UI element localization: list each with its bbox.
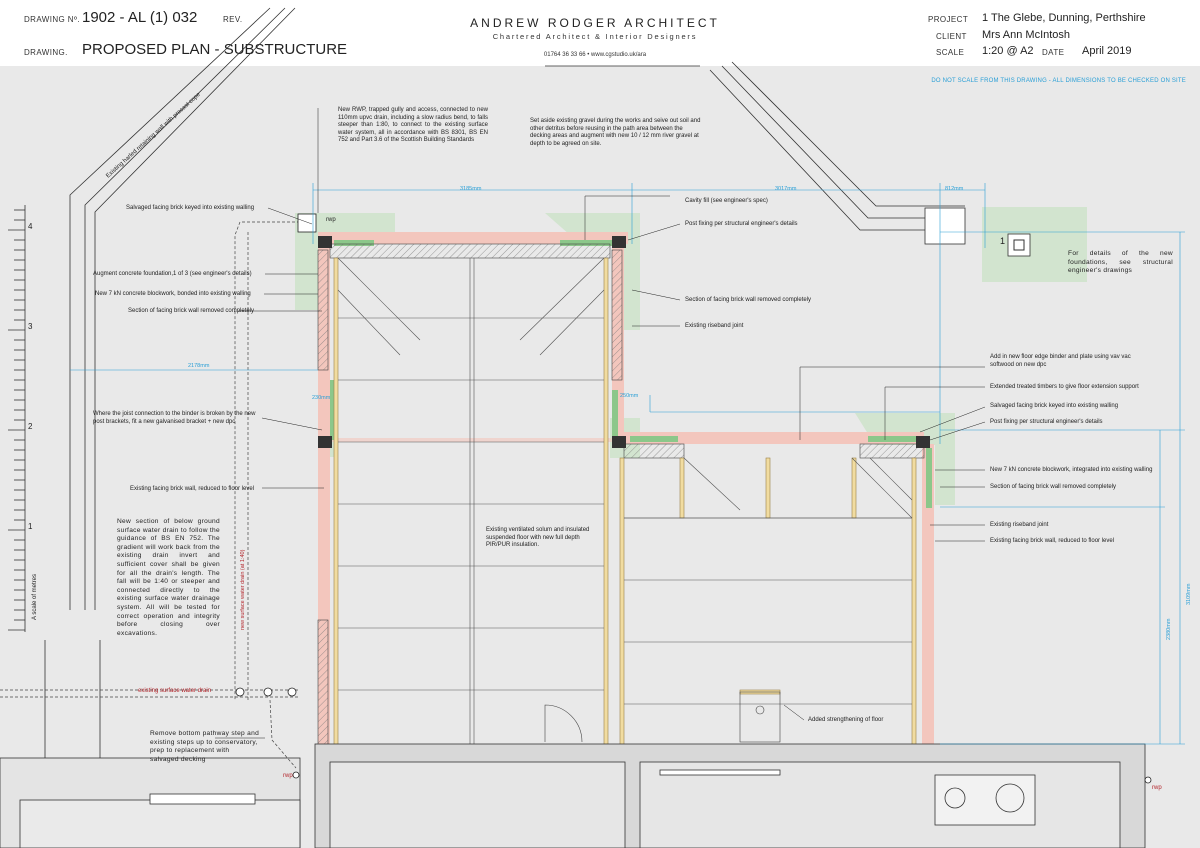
note-reduced-right: Existing facing brick wall, reduced to f…: [990, 538, 1115, 544]
note-removed-left: Section of facing brick wall removed com…: [128, 308, 255, 314]
dim-3185: 3185mm: [460, 186, 482, 192]
dim-3017: 3017mm: [775, 186, 797, 192]
note-solum: Existing ventilated solum and insulated …: [486, 527, 590, 549]
dim-812: 812mm: [945, 186, 964, 192]
scale-tick-1: 1: [28, 522, 33, 531]
dim-small-2: 250mm: [620, 393, 639, 399]
scale-bar: [8, 205, 26, 632]
note-blockwork-right: New 7 kN concrete blockwork, integrated …: [990, 467, 1153, 473]
note-cavity: Cavity fill (see engineer's spec): [685, 198, 768, 204]
note-post-fixing-top: Post fixing per structural engineer's de…: [685, 221, 798, 227]
dim-2380: 2380mm: [1166, 618, 1172, 640]
scale-tick-2: 2: [28, 422, 33, 431]
rwp-label-2: rwp: [283, 773, 293, 779]
note-extended: Extended treated timbers to give floor e…: [990, 384, 1139, 390]
note-joist: Where the joist connection to the binder…: [93, 411, 256, 425]
rwp-label-3: rwp: [1152, 785, 1162, 791]
dim-small-1: 230mm: [312, 395, 331, 401]
dim-3109: 3109mm: [1186, 583, 1192, 605]
scale-caption: A scale of metres: [32, 574, 38, 620]
note-remove-step: Remove bottom pathway step and existing …: [150, 730, 260, 763]
scale-tick-4: 4: [28, 222, 33, 231]
drain-runs: [0, 221, 305, 769]
note-salvaged-right: Salvaged facing brick keyed into existin…: [990, 403, 1119, 409]
foundation-marker: 1: [1000, 236, 1006, 246]
door-swing: [544, 691, 781, 743]
note-reduced-left: Existing facing brick wall, reduced to f…: [130, 486, 255, 492]
note-blockwork-left: New 7 kN concrete blockwork, bonded into…: [95, 291, 251, 297]
note-drain: New section of below ground surface wate…: [117, 518, 220, 637]
retaining-wall-label: Existing harled retaining wall with prec…: [105, 91, 202, 179]
note-gravel: Set aside existing gravel during the wor…: [530, 118, 701, 147]
note-binder: Add in new floor edge binder and plate u…: [990, 354, 1131, 368]
note-riseband-right: Existing riseband joint: [990, 522, 1049, 528]
note-augment: Augment concrete foundation,1 of 3 (see …: [93, 271, 252, 277]
rwp-label-1: rwp: [326, 217, 336, 223]
floor-joists: [337, 257, 913, 748]
scale-tick-3: 3: [28, 322, 33, 331]
note-riseband-mid: Existing riseband joint: [685, 323, 744, 329]
note-salvaged-left: Salvaged facing brick keyed into existin…: [126, 205, 255, 211]
note-removed-mid: Section of facing brick wall removed com…: [685, 297, 812, 303]
note-foundations: For details of the new foundations, see …: [1068, 250, 1173, 275]
note-strengthening: Added strengthening of floor: [808, 717, 884, 723]
timber-frame: [333, 257, 917, 749]
surface-drain-label-1: existing surface water drain: [138, 688, 212, 694]
note-removed-right: Section of facing brick wall removed com…: [990, 484, 1117, 490]
dim-2178: 2178mm: [188, 363, 210, 369]
new-drain-label: new surface water drain (at 1:40): [240, 549, 246, 630]
note-rwp: New RWP, trapped gully and access, conne…: [338, 107, 488, 144]
note-post-fixing-right: Post fixing per structural engineer's de…: [990, 419, 1103, 425]
